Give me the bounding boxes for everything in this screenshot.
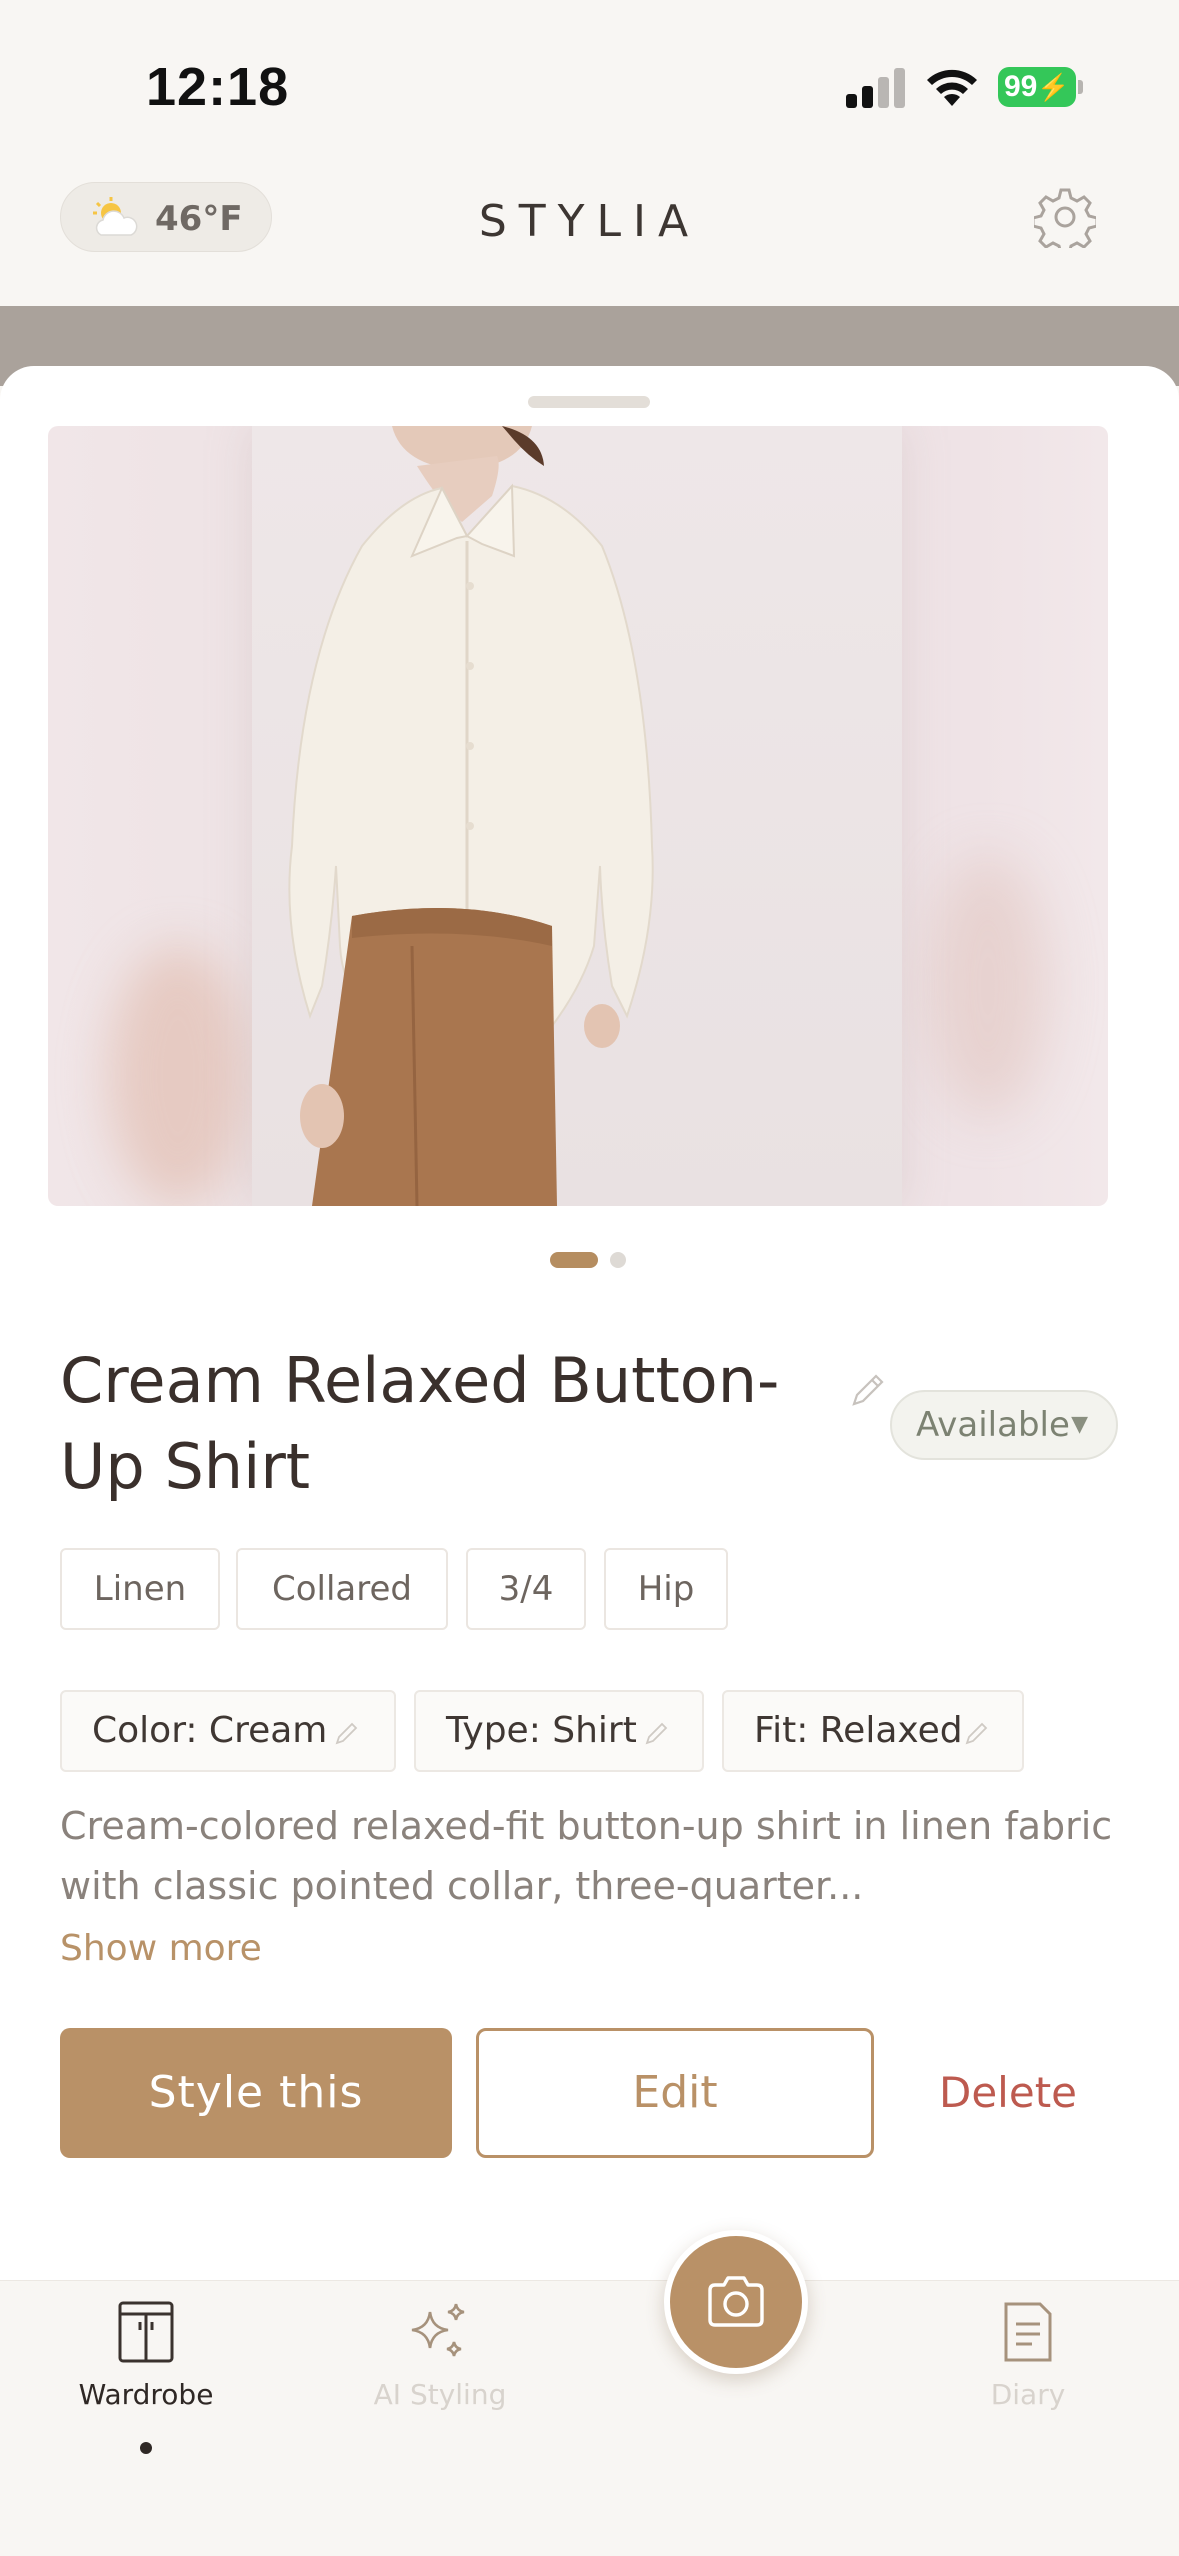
carousel-dot[interactable]	[610, 1252, 626, 1268]
attribute-label: Color: Cream	[92, 1710, 328, 1751]
camera-icon	[708, 2276, 764, 2327]
shirt-illustration	[288, 426, 654, 1206]
tab-ai-styling[interactable]: AI Styling	[320, 2300, 560, 2460]
tag-chip[interactable]: Linen	[60, 1548, 220, 1630]
battery-icon: 99⚡	[998, 67, 1076, 107]
style-this-button[interactable]: Style this	[60, 2028, 452, 2158]
tag-chip[interactable]: 3/4	[466, 1548, 586, 1630]
item-photo-image	[252, 426, 902, 1206]
attribute-type[interactable]: Type: Shirt	[414, 1690, 704, 1772]
camera-button[interactable]	[664, 2230, 808, 2374]
edit-button[interactable]: Edit	[476, 2028, 874, 2158]
status-dropdown[interactable]: Available ▼	[890, 1390, 1118, 1460]
tag-chip[interactable]: Collared	[236, 1548, 448, 1630]
status-bar: 12:18 99⚡	[0, 0, 1179, 170]
wardrobe-icon	[118, 2301, 174, 2363]
delete-button[interactable]: Delete	[900, 2028, 1116, 2158]
tag-chip[interactable]: Hip	[604, 1548, 728, 1630]
tab-diary[interactable]: Diary	[908, 2300, 1148, 2460]
photo-blur-right	[928, 856, 1048, 1116]
tab-label: Wardrobe	[78, 2378, 214, 2411]
wifi-icon	[927, 69, 977, 106]
diary-icon	[1004, 2302, 1052, 2362]
status-value: Available	[916, 1405, 1070, 1445]
attribute-label: Type: Shirt	[446, 1710, 637, 1751]
tab-label: Diary	[990, 2378, 1066, 2411]
tab-wardrobe[interactable]: Wardrobe	[26, 2300, 266, 2460]
battery-level: 99	[1004, 70, 1038, 103]
sparkles-icon	[411, 2303, 465, 2357]
photo-blur-left	[108, 946, 248, 1206]
battery-cap	[1078, 80, 1083, 94]
cellular-signal-icon	[846, 66, 906, 108]
item-photo[interactable]	[48, 426, 1108, 1206]
chevron-down-icon: ▼	[1071, 1412, 1088, 1437]
pencil-icon	[965, 1722, 988, 1745]
pencil-icon	[335, 1722, 358, 1745]
edit-title-pencil-icon[interactable]	[848, 1370, 888, 1410]
active-tab-indicator	[140, 2442, 152, 2454]
app-title: STYLIA	[478, 196, 701, 247]
tab-label: AI Styling	[373, 2378, 507, 2411]
item-title: Cream Relaxed Button-Up Shirt	[60, 1344, 780, 1503]
attribute-label: Fit: Relaxed	[754, 1710, 963, 1751]
sheet-drag-handle[interactable]	[528, 396, 650, 408]
item-description: Cream-colored relaxed-fit button-up shir…	[60, 1804, 1113, 1908]
gear-icon[interactable]	[1034, 186, 1096, 248]
show-more-link[interactable]: Show more	[60, 1928, 262, 1969]
pencil-icon	[645, 1722, 668, 1745]
attribute-color[interactable]: Color: Cream	[60, 1690, 396, 1772]
carousel-dot-active[interactable]	[550, 1252, 598, 1268]
attribute-fit[interactable]: Fit: Relaxed	[722, 1690, 1024, 1772]
status-time: 12:18	[146, 57, 290, 117]
